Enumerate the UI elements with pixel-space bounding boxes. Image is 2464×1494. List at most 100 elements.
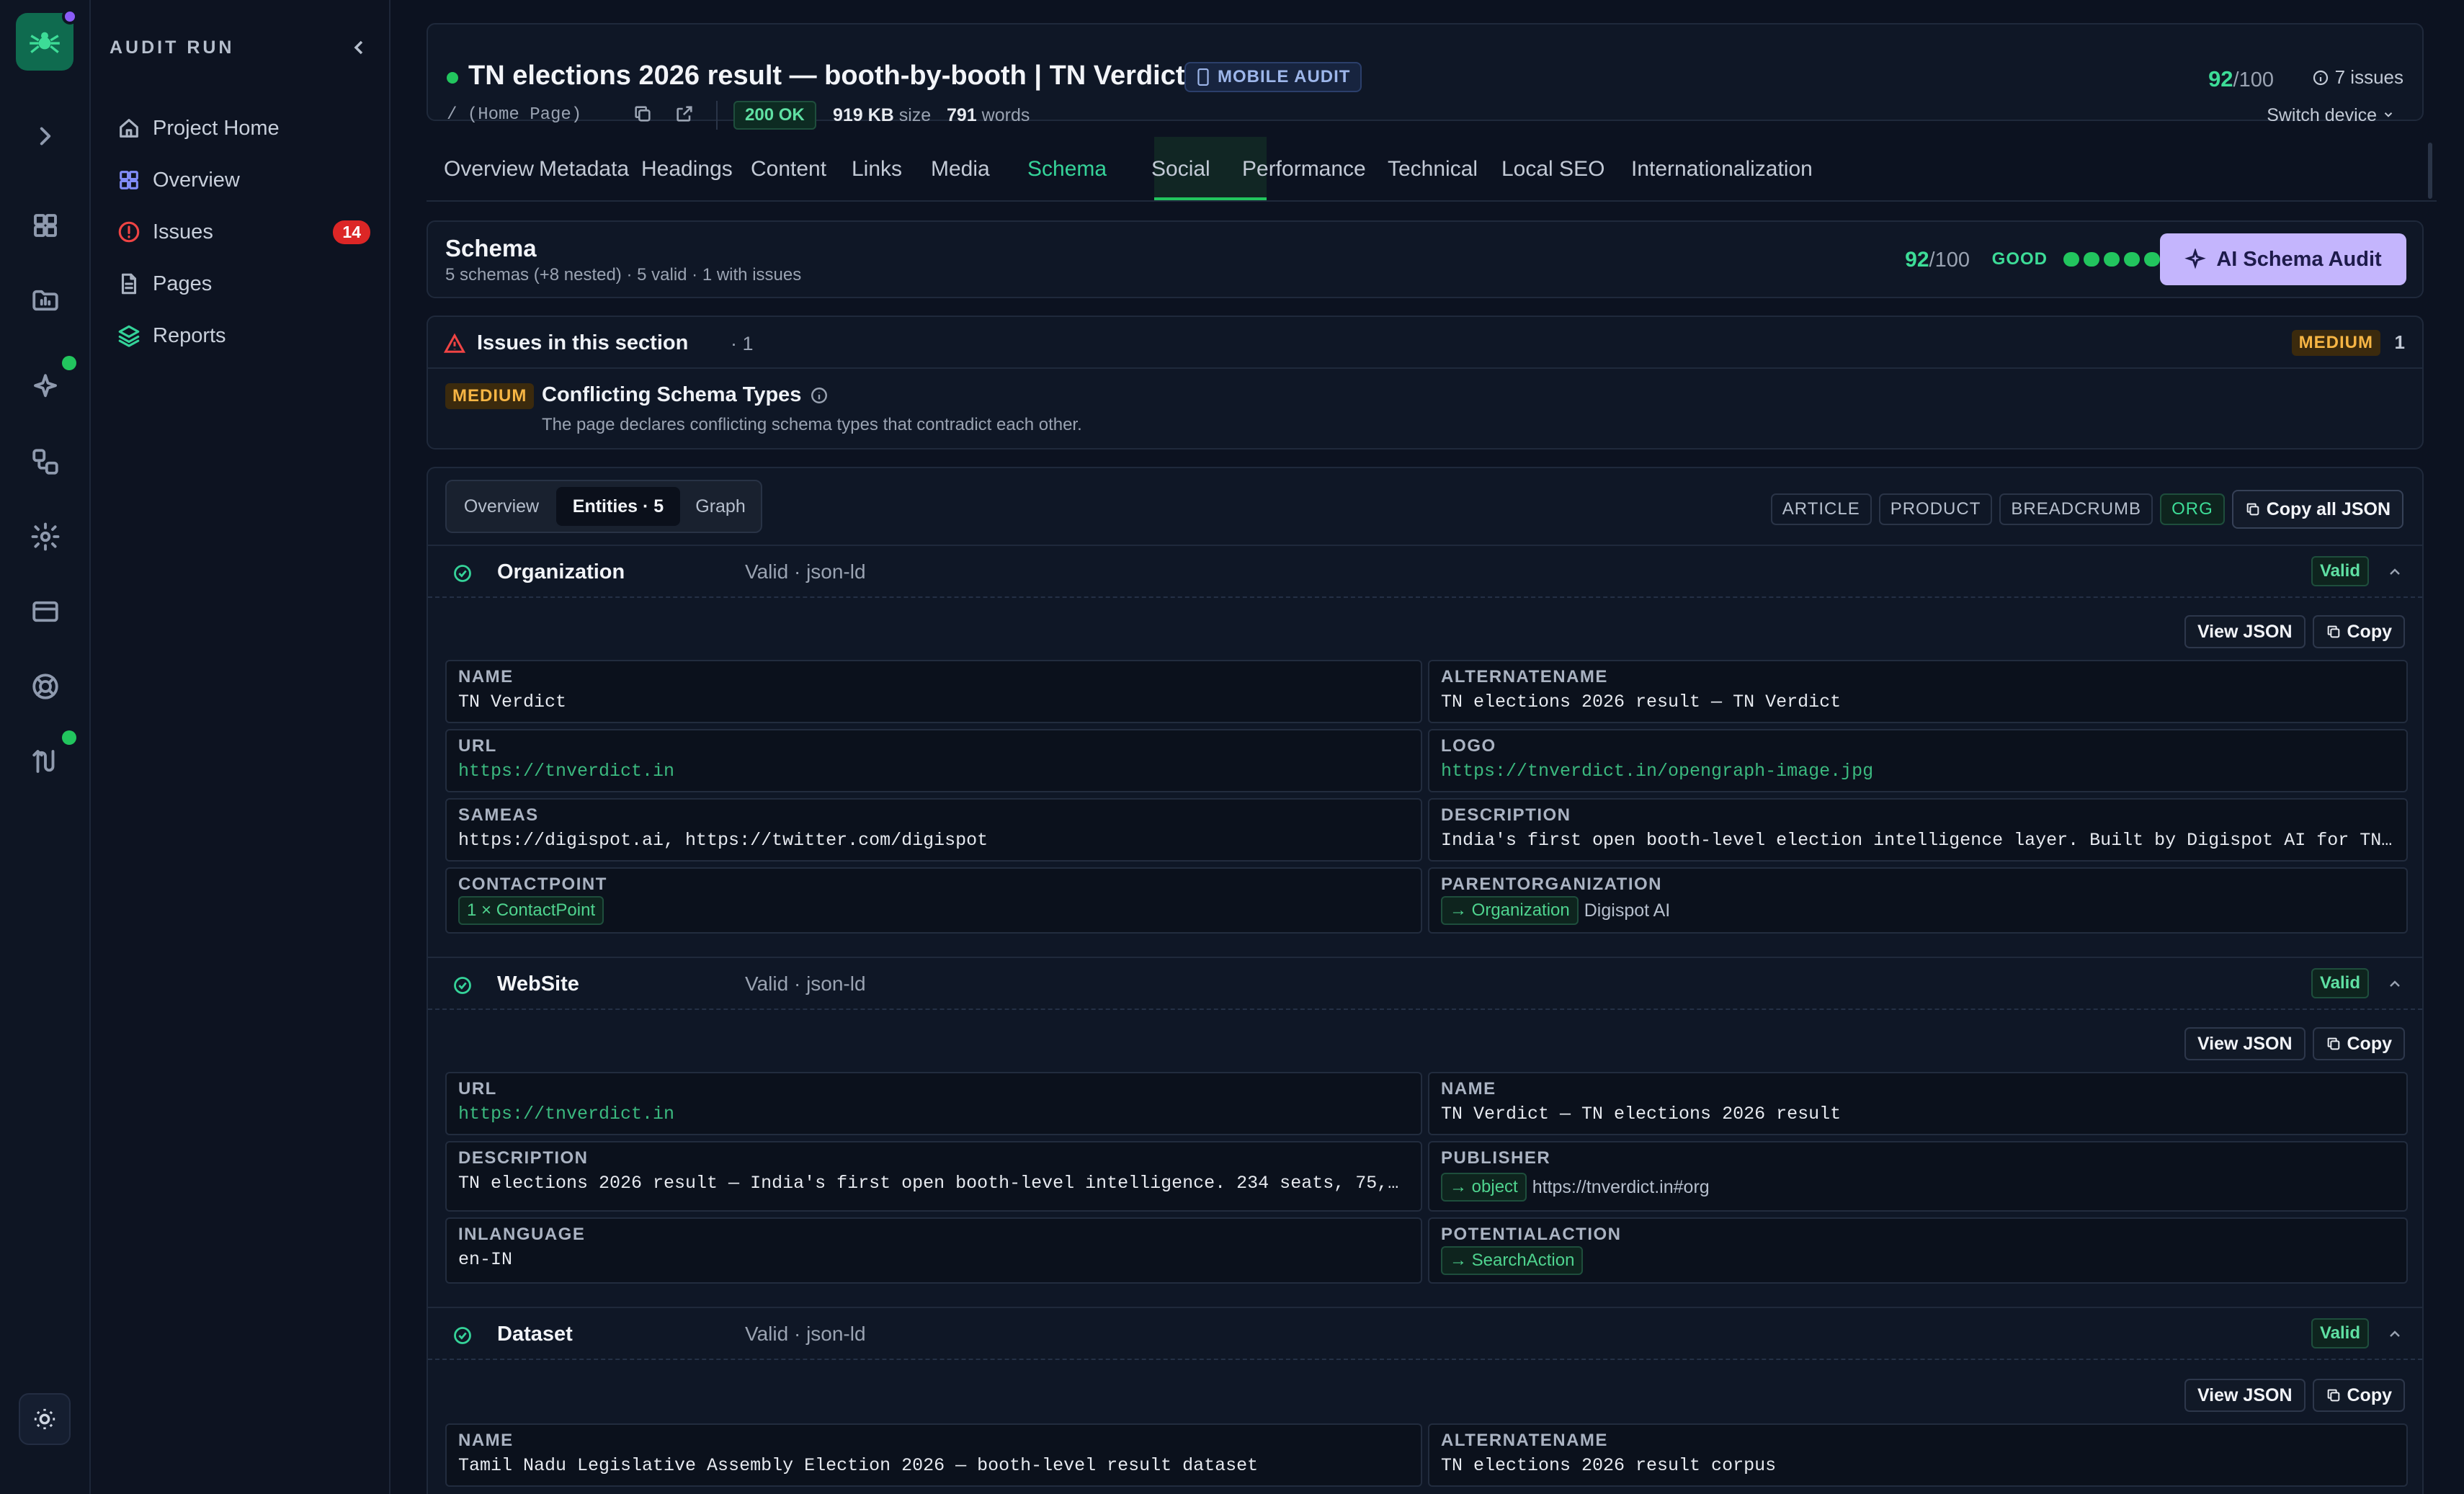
expand-chevron-icon[interactable] [27,118,63,154]
issues-count[interactable]: 7 issues [2312,66,2403,89]
copy-icon[interactable] [633,104,653,124]
chip-article[interactable]: ARTICLE [1770,493,1872,525]
info-icon[interactable] [810,386,829,405]
schema-subtitle: 5 schemas (+8 nested) · 5 valid · 1 with… [445,265,802,285]
schema-summary-card: Schema 5 schemas (+8 nested) · 5 valid ·… [427,220,2424,298]
field-sameas: SAMEAS https://digispot.ai, https://twitt… [445,798,1422,862]
copy-label: Copy [2347,621,2393,642]
tab-headings[interactable]: Headings [641,157,733,182]
issues-section-card: Issues in this section · 1 MEDIUM 1 MEDI… [427,316,2424,449]
sidebar-item-pages[interactable]: Pages [117,264,370,304]
tab-performance[interactable]: Performance [1242,157,1366,182]
sidebar-item-reports[interactable]: Reports [117,316,370,356]
tab-social[interactable]: Social [1151,157,1210,182]
copy-button[interactable]: Copy [2312,615,2405,648]
switch-device-button[interactable]: Switch device [2267,105,2395,126]
chevron-up-icon[interactable] [2386,563,2403,581]
tab-local-seo[interactable]: Local SEO [1501,157,1604,182]
tab-schema[interactable]: Schema [1027,157,1107,182]
page-title: TN elections 2026 result — booth-by-boot… [468,61,1185,91]
segment-graph[interactable]: Graph [684,487,756,526]
size-label: size [898,105,932,125]
sidebar-item-label: Issues [153,220,213,243]
issues-label: 7 issues [2334,66,2403,88]
chip-org[interactable]: ORG [2160,493,2225,525]
dashboard-icon[interactable] [27,207,63,243]
divider [716,101,718,130]
view-json-button[interactable]: View JSON [2184,1379,2305,1412]
issues-section-header[interactable]: Issues in this section · 1 MEDIUM 1 [428,317,2422,369]
severity-count: 1 [2394,331,2405,353]
copy-icon [2327,1389,2339,1402]
sparkles-icon[interactable] [27,369,63,405]
lifebuoy-icon[interactable] [27,668,63,704]
valid-badge: Valid [2311,968,2369,998]
chevron-up-icon[interactable] [2386,1325,2403,1343]
route-icon[interactable] [27,743,63,779]
credit-card-icon[interactable] [27,594,63,630]
chip-breadcrumb[interactable]: BREADCRUMB [1999,493,2153,525]
tab-media[interactable]: Media [931,157,990,182]
chip-product[interactable]: PRODUCT [1878,493,1993,525]
ai-schema-audit-button[interactable]: AI Schema Audit [2160,233,2406,285]
tab-technical[interactable]: Technical [1388,157,1478,182]
field-link[interactable]: https://tnverdict.in/opengraph-image.jpg [1441,761,2395,782]
tab-internationalization[interactable]: Internationalization [1631,157,1813,182]
folder-chart-icon[interactable] [27,282,63,318]
workflow-icon[interactable] [27,444,63,480]
copy-button[interactable]: Copy [2312,1379,2405,1412]
tab-content[interactable]: Content [751,157,826,182]
tab-links[interactable]: Links [852,157,902,182]
field-value: en-IN [458,1249,513,1270]
field-link[interactable]: https://tnverdict.in [458,761,1409,782]
sidebar-item-project-home[interactable]: Project Home [117,108,370,148]
page-size: 919 KB size [833,105,931,126]
severity-badge: MEDIUM [2291,330,2380,356]
nested-pill[interactable]: 1 × ContactPoint [458,896,604,925]
field-link[interactable]: https://tnverdict.in [458,1104,1409,1124]
sidebar-title: AUDIT RUN [110,37,235,58]
page-header-card: TN elections 2026 result — booth-by-boot… [427,23,2424,130]
nested-pill[interactable]: → Organization [1441,896,1579,925]
tab-overview[interactable]: Overview [444,157,534,182]
tabs-scrollbar[interactable] [2428,143,2432,199]
sidebar-item-issues[interactable]: Issues 14 [117,212,370,252]
view-json-button[interactable]: View JSON [2184,615,2305,648]
copy-label: Copy [2347,1033,2393,1054]
live-status-dot [447,72,458,84]
field-key: ALTERNATENAME [1441,667,1608,686]
copy-button[interactable]: Copy [2312,1027,2405,1060]
chevron-up-icon[interactable] [2386,975,2403,993]
field-description: DESCRIPTION India's first open booth-leve… [1428,798,2408,862]
sparkles-icon [2184,249,2207,269]
page-path: / (Home Page) [447,105,582,125]
nested-pill[interactable]: → object [1441,1173,1527,1202]
entity-header-organization[interactable]: Organization Valid · json-ld Valid [428,545,2422,598]
entity-header-dataset[interactable]: Dataset Valid · json-ld Valid [428,1307,2422,1360]
segment-entities[interactable]: Entities · 5 [556,487,680,526]
entities-card: Overview Entities · 5 Graph ARTICLE PROD… [427,467,2424,1494]
entity-header-website[interactable]: WebSite Valid · json-ld Valid [428,957,2422,1010]
external-link-icon[interactable] [674,104,695,124]
issues-section-title: Issues in this section [477,331,689,354]
nested-pill[interactable]: → SearchAction [1441,1246,1584,1275]
entity-actions: View JSON Copy [2184,1027,2405,1060]
main-content: TN elections 2026 result — booth-by-boot… [390,0,2464,1494]
entity-status: Valid · json-ld [745,1323,866,1345]
collapse-chevron-icon[interactable] [347,36,370,59]
field-name: NAME TN Verdict [445,660,1422,723]
app-logo[interactable] [16,9,78,71]
field-value: TN elections 2026 result — India's first… [458,1173,1409,1194]
file-icon [121,273,137,295]
layers-icon [118,325,140,347]
segment-overview[interactable]: Overview [452,487,550,526]
field-alternatename: ALTERNATENAME TN elections 2026 result co… [1428,1423,2408,1487]
theme-toggle-button[interactable] [19,1393,71,1445]
field-key: SAMEAS [458,805,539,825]
tab-metadata[interactable]: Metadata [539,157,629,182]
copy-all-json-button[interactable]: Copy all JSON [2231,490,2403,529]
issue-title[interactable]: Conflicting Schema Types [542,383,829,407]
view-json-button[interactable]: View JSON [2184,1027,2305,1060]
gear-icon[interactable] [27,519,63,555]
sidebar-item-overview[interactable]: Overview [117,160,370,200]
